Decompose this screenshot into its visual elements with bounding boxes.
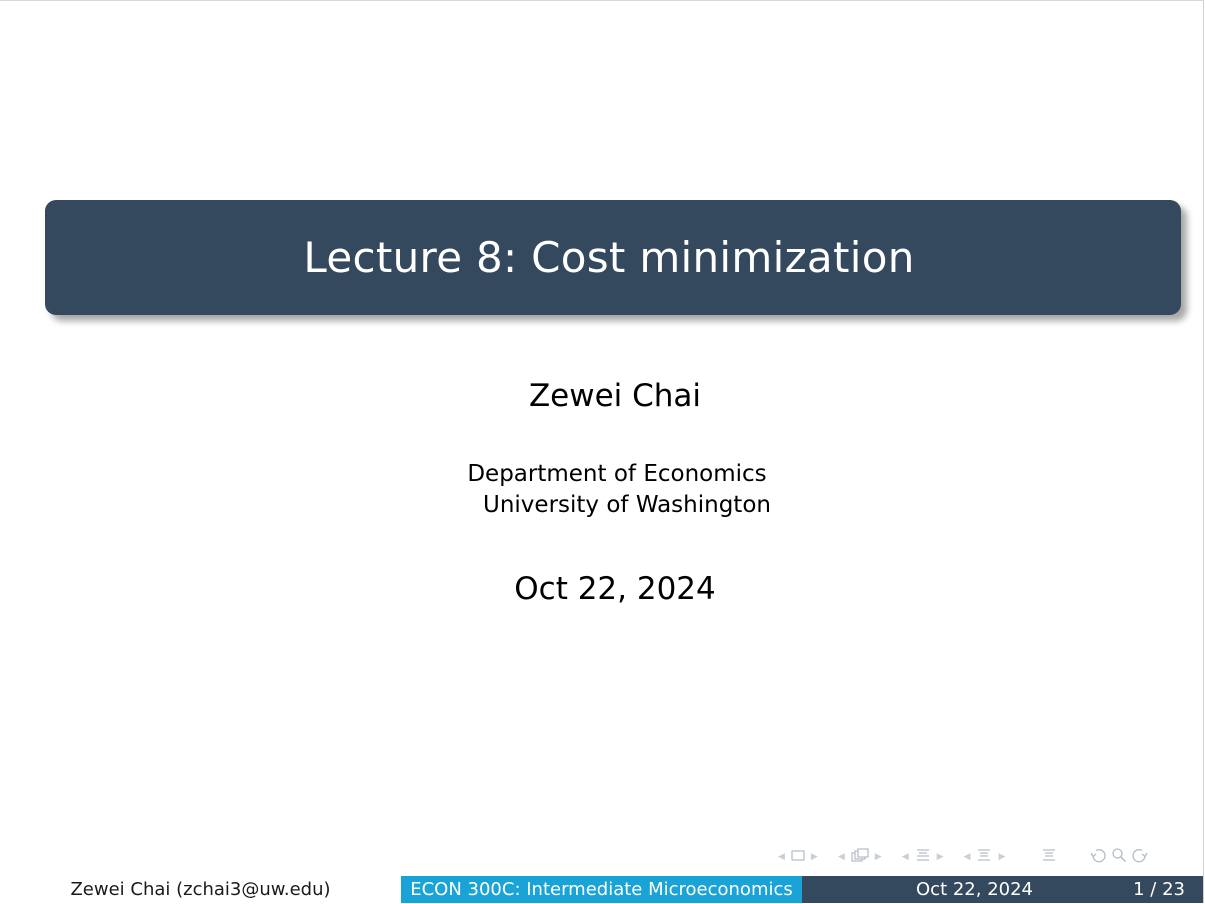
slide-frame <box>0 0 1204 903</box>
section-icon[interactable] <box>911 848 935 866</box>
prev-part-icon[interactable]: ◀ <box>962 852 973 862</box>
slide-date: Oct 22, 2024 <box>514 571 716 607</box>
part-icon[interactable] <box>972 848 996 866</box>
slide-title: Lecture 8: Cost minimization <box>303 233 915 282</box>
prev-subsection-icon[interactable]: ◀ <box>836 852 847 862</box>
next-frame-icon[interactable]: ▶ <box>809 852 820 862</box>
institute-department: Department of Economics <box>467 461 767 487</box>
beamer-navigation-bar: ◀ ▶ ◀ ▶ ◀ ▶ ◀ ▶ <box>776 846 1149 868</box>
footer-course-title: ECON 300C: Intermediate Microeconomics <box>401 876 802 903</box>
title-banner: Lecture 8: Cost minimization <box>45 200 1181 315</box>
undo-icon[interactable] <box>1089 847 1107 867</box>
subsection-icon[interactable] <box>847 848 873 866</box>
footer-date: Oct 22, 2024 <box>916 879 1033 900</box>
redo-icon[interactable] <box>1131 847 1149 867</box>
toc-icon[interactable] <box>1037 848 1061 866</box>
search-icon[interactable] <box>1111 847 1127 867</box>
author-name: Zewei Chai <box>528 378 702 414</box>
frame-icon[interactable] <box>787 849 809 865</box>
institute-university: University of Washington <box>483 492 771 518</box>
footline: Zewei Chai (zchai3@uw.edu) ECON 300C: In… <box>0 876 1203 903</box>
footer-date-page: Oct 22, 2024 1 / 23 <box>802 876 1203 903</box>
footer-page-number: 1 / 23 <box>1133 879 1185 900</box>
next-subsection-icon[interactable]: ▶ <box>873 852 884 862</box>
footer-author: Zewei Chai (zchai3@uw.edu) <box>0 876 401 903</box>
prev-frame-icon[interactable]: ◀ <box>776 852 787 862</box>
prev-section-icon[interactable]: ◀ <box>900 852 911 862</box>
next-part-icon[interactable]: ▶ <box>996 852 1007 862</box>
next-section-icon[interactable]: ▶ <box>935 852 946 862</box>
